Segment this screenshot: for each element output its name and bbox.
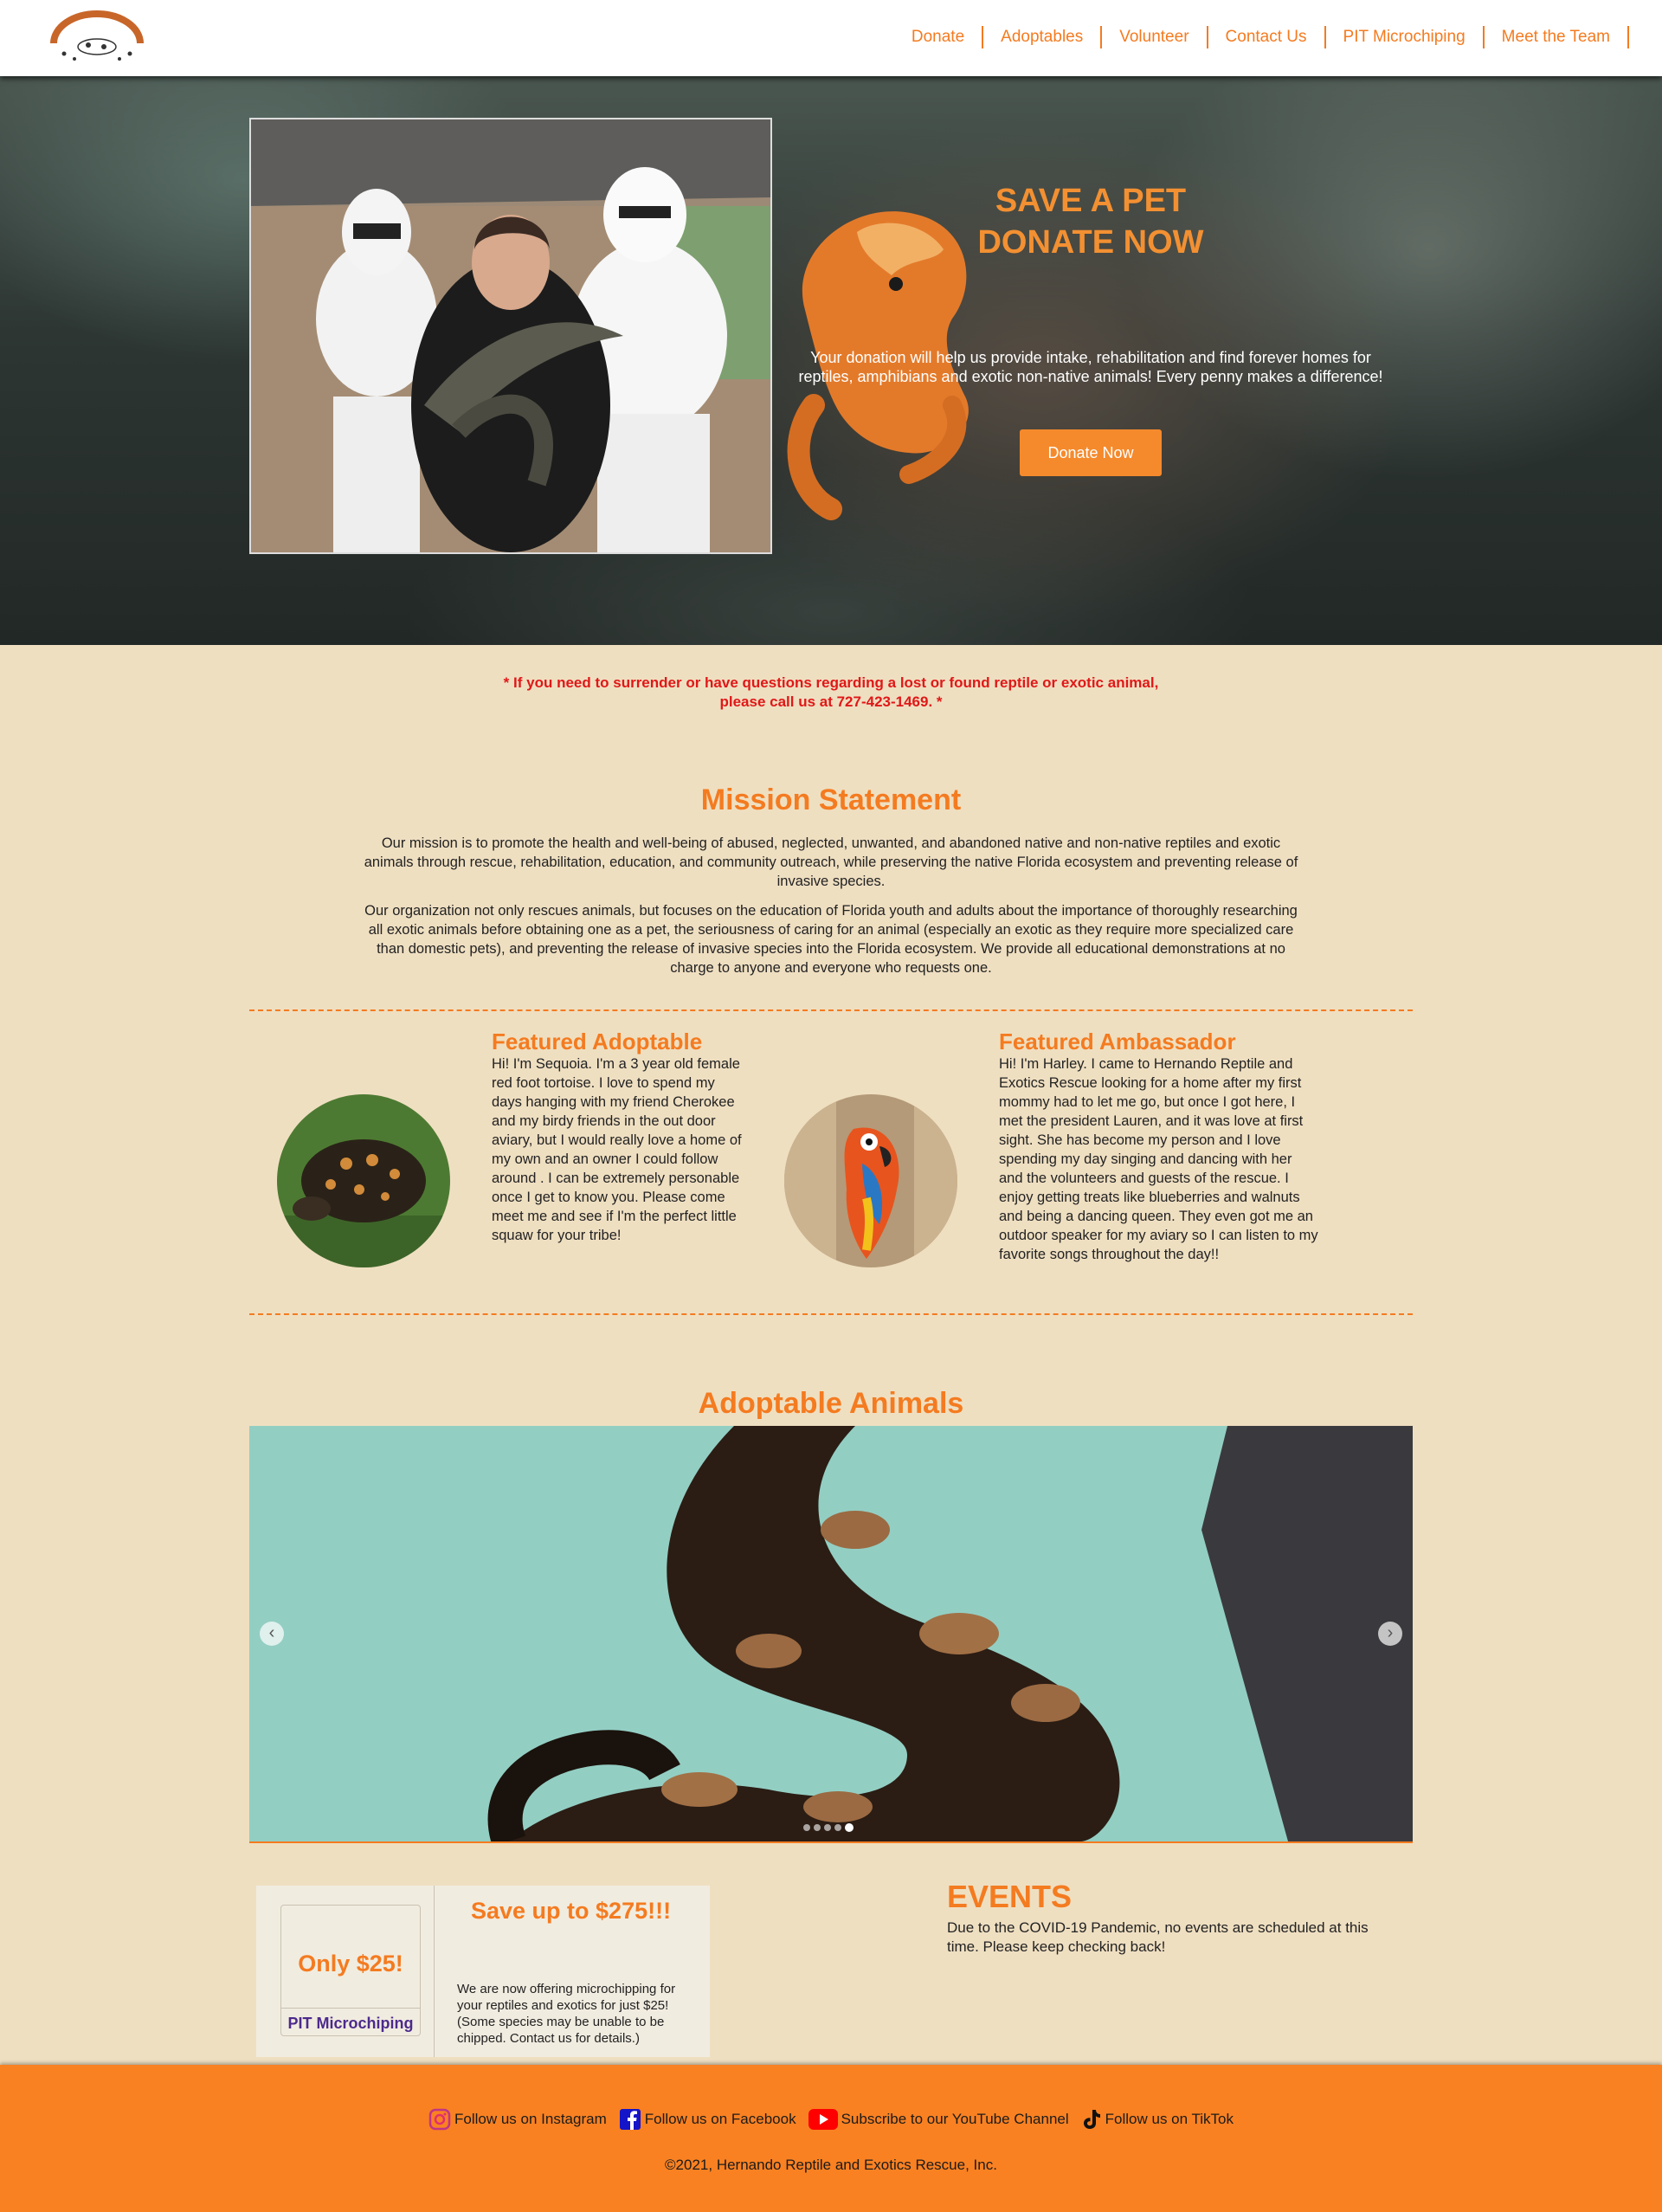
- slider-dots: [803, 1823, 854, 1832]
- nav-meet-the-team[interactable]: Meet the Team: [1485, 26, 1629, 48]
- nav-adoptables[interactable]: Adoptables: [983, 26, 1103, 48]
- surrender-notice: * If you need to surrender or have quest…: [485, 674, 1177, 712]
- donate-now-button[interactable]: Donate Now: [1020, 429, 1162, 476]
- tiktok-icon: [1083, 2110, 1100, 2129]
- slider-dot-active[interactable]: [845, 1823, 854, 1832]
- slider-prev-button[interactable]: ‹: [260, 1622, 284, 1646]
- hero-text: SAVE A PET DONATE NOW Your donation will…: [783, 180, 1398, 476]
- microchip-coupon[interactable]: Only $25! PIT Microchiping Save up to $2…: [256, 1886, 710, 2057]
- adoptable-animals-title: Adoptable Animals: [698, 1387, 964, 1420]
- slider-next-button[interactable]: ›: [1378, 1622, 1402, 1646]
- social-links: Follow us on Instagram Follow us on Face…: [0, 2108, 1662, 2131]
- divider-top: [249, 1009, 1413, 1011]
- hero-title-line2: DONATE NOW: [977, 224, 1204, 261]
- adoptable-slider[interactable]: ‹ ›: [249, 1426, 1413, 1843]
- tortoise-photo: [277, 1094, 450, 1267]
- coupon-price: Only $25!: [298, 1951, 403, 1977]
- notice-line1: * If you need to surrender or have quest…: [503, 674, 1159, 691]
- slider-dot[interactable]: [803, 1824, 810, 1831]
- hero-description: Your donation will help us provide intak…: [798, 349, 1383, 385]
- events-text: Due to the COVID-19 Pandemic, no events …: [947, 1919, 1369, 1955]
- featured-ambassador-body: Hi! I'm Harley. I came to Hernando Repti…: [999, 1056, 1318, 1262]
- tiktok-label: Follow us on TikTok: [1105, 2111, 1234, 2127]
- featured-adoptable: Featured Adoptable Hi! I'm Sequoia. I'm …: [492, 1029, 743, 1245]
- featured-adoptable-image: [277, 1094, 450, 1267]
- divider-bottom: [249, 1313, 1413, 1315]
- events-title: EVENTS: [947, 1879, 1073, 1914]
- main-nav: Donate Adoptables Volunteer Contact Us P…: [894, 26, 1629, 48]
- macaw-photo: [784, 1094, 957, 1267]
- notice-line2: please call us at 727-423-1469. *: [719, 693, 943, 710]
- mission-paragraph-2: Our organization not only rescues animal…: [364, 903, 1298, 976]
- hero-photo: [249, 118, 772, 554]
- copyright: ©2021, Hernando Reptile and Exotics Resc…: [665, 2157, 997, 2173]
- site-header: Donate Adoptables Volunteer Contact Us P…: [0, 0, 1662, 76]
- featured-adoptable-body: Hi! I'm Sequoia. I'm a 3 year old female…: [492, 1056, 742, 1243]
- youtube-icon: [808, 2109, 838, 2130]
- youtube-link[interactable]: Subscribe to our YouTube Channel: [808, 2109, 1069, 2130]
- youtube-label: Subscribe to our YouTube Channel: [841, 2111, 1069, 2127]
- nav-volunteer[interactable]: Volunteer: [1102, 26, 1208, 48]
- coupon-savings: Save up to $275!!!: [471, 1898, 672, 1924]
- facebook-link[interactable]: Follow us on Facebook: [619, 2108, 796, 2131]
- slider-dot[interactable]: [824, 1824, 831, 1831]
- slider-dot[interactable]: [814, 1824, 821, 1831]
- instagram-link[interactable]: Follow us on Instagram: [428, 2108, 607, 2131]
- coupon-service-name: PIT Microchiping: [281, 2008, 420, 2038]
- instagram-icon: [428, 2108, 451, 2131]
- featured-ambassador-title: Featured Ambassador: [999, 1029, 1236, 1054]
- mission-title: Mission Statement: [700, 784, 962, 816]
- mission-paragraph-1: Our mission is to promote the health and…: [364, 835, 1298, 889]
- slider-dot[interactable]: [834, 1824, 841, 1831]
- site-logo[interactable]: [47, 9, 147, 64]
- tiktok-link[interactable]: Follow us on TikTok: [1081, 2108, 1234, 2131]
- instagram-label: Follow us on Instagram: [454, 2111, 607, 2127]
- hero-title-line1: SAVE A PET: [995, 183, 1187, 219]
- site-footer: Follow us on Instagram Follow us on Face…: [0, 2065, 1662, 2212]
- featured-ambassador: Featured Ambassador Hi! I'm Harley. I ca…: [999, 1029, 1319, 1264]
- featured-adoptable-title: Featured Adoptable: [492, 1029, 703, 1054]
- hero-title: SAVE A PET DONATE NOW: [783, 180, 1398, 263]
- nav-pit-microchiping[interactable]: PIT Microchiping: [1326, 26, 1485, 48]
- mission-text: Our mission is to promote the health and…: [364, 834, 1298, 988]
- hero-banner: SAVE A PET DONATE NOW Your donation will…: [0, 76, 1662, 645]
- facebook-icon: [619, 2109, 641, 2130]
- coupon-stub: Only $25! PIT Microchiping: [280, 1905, 421, 2036]
- coupon-text: We are now offering microchipping for yo…: [457, 1982, 676, 2046]
- nav-donate[interactable]: Donate: [894, 26, 984, 48]
- facebook-label: Follow us on Facebook: [644, 2111, 796, 2127]
- nav-contact-us[interactable]: Contact Us: [1208, 26, 1326, 48]
- featured-ambassador-image: [784, 1094, 957, 1267]
- volunteers-photo: [251, 119, 770, 552]
- ball-python-photo: [249, 1426, 1413, 1841]
- coupon-divider: [434, 1886, 435, 2057]
